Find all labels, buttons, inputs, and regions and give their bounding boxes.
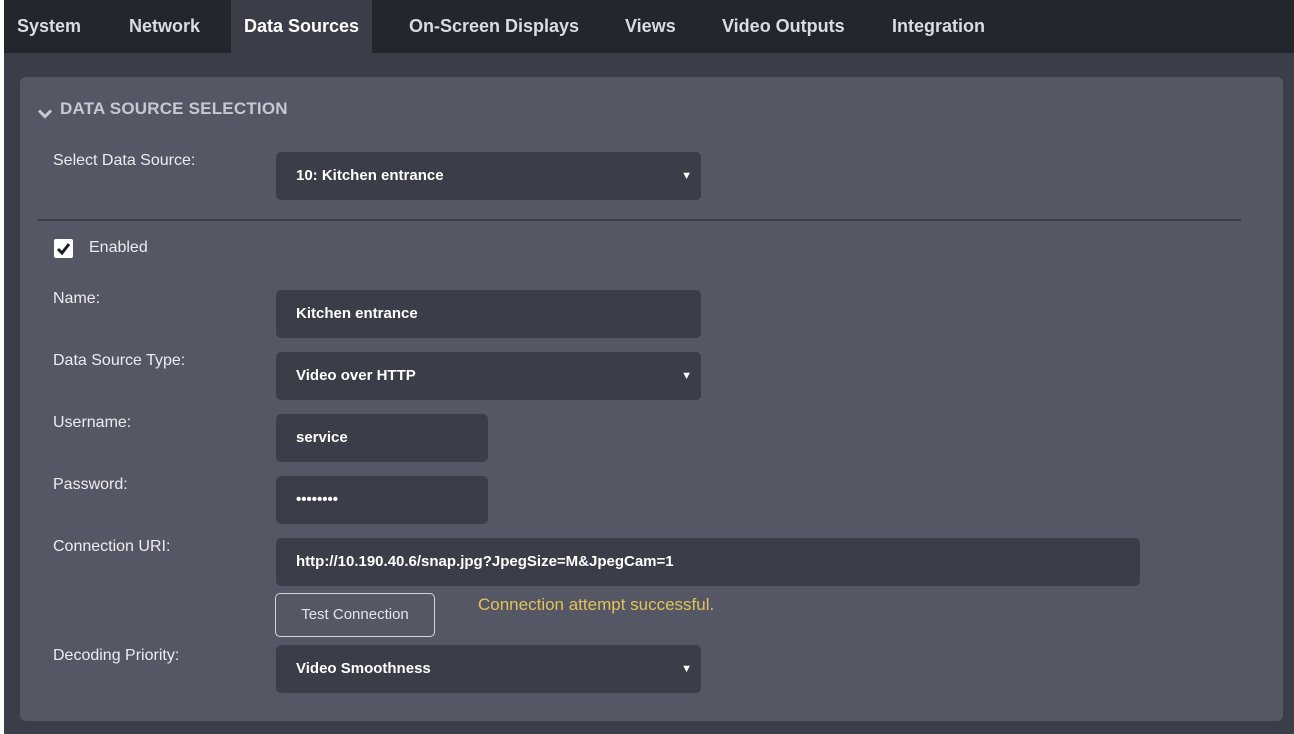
username-label: Username: — [53, 414, 132, 431]
tab-views[interactable]: Views — [612, 0, 689, 53]
name-value: Kitchen entrance — [296, 305, 418, 322]
decoding-priority-label: Decoding Priority: — [53, 647, 180, 664]
caret-down-icon: ▼ — [681, 370, 692, 382]
connection-uri-value: http://10.190.40.6/snap.jpg?JpegSize=M&J… — [296, 553, 674, 570]
tab-on-screen-displays[interactable]: On-Screen Displays — [396, 0, 592, 53]
checkmark-icon — [56, 243, 71, 256]
tab-integration[interactable]: Integration — [879, 0, 998, 53]
password-value: •••••••• — [296, 491, 339, 508]
caret-down-icon: ▼ — [681, 170, 692, 182]
username-input[interactable]: service — [276, 414, 488, 462]
connection-uri-label: Connection URI: — [53, 538, 171, 555]
username-value: service — [296, 429, 348, 446]
password-input[interactable]: •••••••• — [276, 476, 488, 524]
data-source-type-value: Video over HTTP — [296, 367, 416, 384]
name-input[interactable]: Kitchen entrance — [276, 290, 701, 338]
tab-data-sources[interactable]: Data Sources — [231, 0, 373, 53]
connection-uri-input[interactable]: http://10.190.40.6/snap.jpg?JpegSize=M&J… — [276, 538, 1140, 586]
decoding-priority-dropdown[interactable]: Video Smoothness ▼ — [276, 645, 701, 693]
settings-app: System Network Data Sources On-Screen Di… — [4, 0, 1294, 734]
tab-bar: System Network Data Sources On-Screen Di… — [4, 0, 1294, 53]
select-data-source-label: Select Data Source: — [53, 152, 196, 169]
password-label: Password: — [53, 476, 128, 493]
divider — [38, 219, 1241, 221]
chevron-down-icon — [37, 104, 53, 119]
section-title: DATA SOURCE SELECTION — [60, 99, 288, 118]
tab-system[interactable]: System — [4, 0, 94, 53]
select-data-source-value: 10: Kitchen entrance — [296, 167, 444, 184]
caret-down-icon: ▼ — [681, 663, 692, 675]
select-data-source-dropdown[interactable]: 10: Kitchen entrance ▼ — [276, 152, 701, 200]
enabled-label: Enabled — [89, 239, 148, 256]
decoding-priority-value: Video Smoothness — [296, 660, 431, 677]
connection-status-text: Connection attempt successful. — [478, 595, 715, 614]
section-header[interactable]: DATA SOURCE SELECTION — [37, 99, 288, 119]
tab-video-outputs[interactable]: Video Outputs — [709, 0, 858, 53]
name-label: Name: — [53, 290, 101, 307]
test-connection-button[interactable]: Test Connection — [275, 593, 435, 637]
tab-network[interactable]: Network — [116, 0, 213, 53]
enabled-checkbox[interactable] — [54, 239, 73, 258]
data-source-type-dropdown[interactable]: Video over HTTP ▼ — [276, 352, 701, 400]
data-source-type-label: Data Source Type: — [53, 352, 186, 369]
